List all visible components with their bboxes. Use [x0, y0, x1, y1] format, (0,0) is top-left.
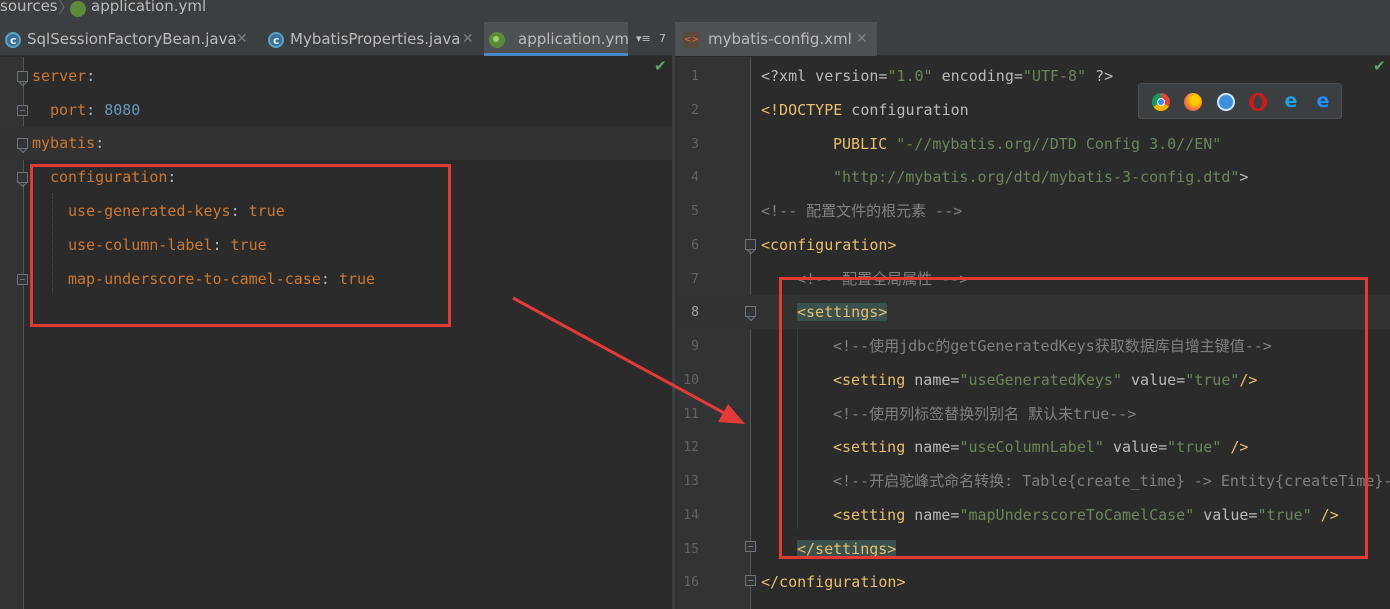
arrow-annotation: [512, 296, 745, 424]
